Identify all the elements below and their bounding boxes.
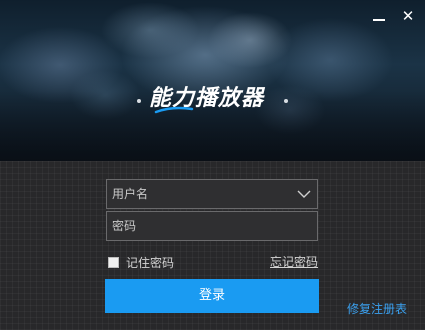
password-input[interactable] — [107, 212, 317, 240]
logo-left-dot — [137, 99, 141, 103]
remember-label: 记住密码 — [126, 255, 175, 270]
forgot-password-link[interactable]: 忘记密码 — [270, 254, 318, 270]
password-field[interactable] — [106, 211, 318, 241]
close-icon: ✕ — [401, 7, 415, 25]
chevron-down-icon[interactable] — [297, 188, 311, 200]
banner-background — [0, 0, 425, 161]
minimize-icon — [373, 19, 385, 21]
close-button[interactable]: ✕ — [398, 6, 418, 26]
username-field[interactable] — [106, 179, 318, 209]
login-button[interactable]: 登录 — [105, 279, 319, 313]
minimize-button[interactable] — [369, 6, 389, 26]
logo-right-dot — [284, 99, 288, 103]
username-input[interactable] — [107, 180, 317, 208]
logo-swoosh — [154, 106, 194, 114]
repair-registry-link[interactable]: 修复注册表 — [347, 301, 407, 317]
remember-checkbox[interactable] — [108, 256, 119, 268]
remember-password[interactable]: 记住密码 — [108, 254, 174, 270]
